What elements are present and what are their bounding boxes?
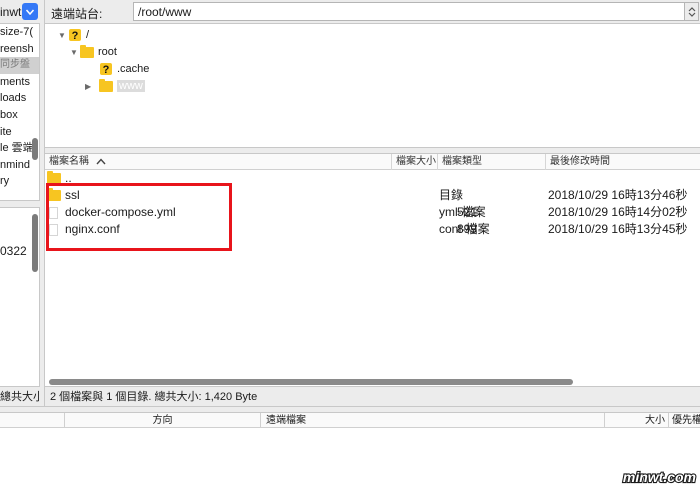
file-modified: 2018/10/29 16時13分46秒 bbox=[548, 188, 688, 202]
expanded-triangle-icon[interactable]: ▼ bbox=[58, 31, 68, 40]
tree-node-root[interactable]: ▼ ? / bbox=[58, 27, 89, 43]
file-modified: 2018/10/29 16時13分45秒 bbox=[548, 222, 688, 236]
tree-label-root-folder: root bbox=[98, 46, 117, 58]
queue-priority-label: 優先權 bbox=[672, 415, 700, 426]
queue-column-server[interactable] bbox=[0, 413, 65, 428]
remote-status-text: 2 個檔案與 1 個目錄. 總共大小: 1,420 Byte bbox=[50, 391, 258, 403]
local-path-dropdown-button[interactable] bbox=[22, 3, 38, 20]
tree-label-root: / bbox=[86, 29, 90, 41]
local-path-bar: inwt bbox=[0, 0, 40, 24]
file-type: yml-檔案 bbox=[439, 205, 486, 219]
file-type: 目錄 bbox=[439, 188, 464, 202]
column-size-label: 檔案大小 bbox=[396, 156, 436, 167]
unknown-folder-icon: ? bbox=[68, 28, 82, 42]
site-watermark: minwt.com bbox=[597, 467, 697, 487]
folder-icon bbox=[47, 187, 61, 204]
local-tree-item[interactable]: reensh bbox=[0, 41, 39, 58]
local-tree-item[interactable]: box bbox=[0, 107, 39, 124]
tree-label-www: www bbox=[117, 80, 145, 92]
queue-column-priority[interactable]: 優先權 bbox=[669, 413, 700, 428]
local-tree-item[interactable]: size-7( bbox=[0, 24, 39, 41]
folder-icon bbox=[47, 170, 61, 187]
remote-site-label: 遠端站台: bbox=[51, 7, 103, 21]
svg-text:?: ? bbox=[103, 64, 110, 76]
remote-site-input[interactable] bbox=[133, 2, 685, 21]
tree-node-root-folder[interactable]: ▼ root bbox=[70, 44, 117, 60]
column-type-label: 檔案類型 bbox=[442, 156, 482, 167]
local-tree-items: size-7(reensh 同步盤 ments loads box ite le 雲端 nmi… bbox=[0, 24, 39, 190]
watermark-text: minwt.com bbox=[623, 469, 696, 485]
column-modified-label: 最後修改時間 bbox=[550, 156, 610, 167]
transfer-queue-header: 方向 遠端檔案 大小 優先權 bbox=[0, 413, 700, 428]
file-type: conf-檔案 bbox=[439, 222, 490, 236]
remote-list-hscroll-thumb[interactable] bbox=[49, 379, 573, 385]
remote-file-list[interactable]: .. ssl 目錄 2018/10/29 16時13分46秒 docker-co… bbox=[45, 170, 700, 378]
local-directory-tree[interactable]: size-7(reensh 同步盤 ments loads box ite le 雲端 nmi… bbox=[0, 24, 40, 200]
remote-site-dropdown-button[interactable] bbox=[685, 2, 699, 21]
queue-column-size[interactable]: 大小 bbox=[604, 413, 669, 428]
remote-file-list-header: 檔案名稱 檔案大小 檔案類型 最後修改時間 bbox=[45, 154, 700, 170]
column-header-type[interactable]: 檔案類型 bbox=[438, 154, 546, 170]
file-row-docker-compose[interactable]: docker-compose.yml 521 yml-檔案 2018/10/29… bbox=[45, 204, 700, 221]
queue-remote-file-label: 遠端檔案 bbox=[266, 415, 306, 426]
file-name: ssl bbox=[65, 188, 80, 202]
local-tree-item[interactable]: 同步盤 bbox=[0, 57, 39, 74]
tree-label-cache: .cache bbox=[117, 63, 150, 75]
tree-node-cache[interactable]: ? .cache bbox=[99, 61, 149, 77]
remote-list-hscrollbar[interactable] bbox=[45, 378, 700, 386]
local-status-text: 總共大小: bbox=[0, 391, 40, 403]
expanded-triangle-icon[interactable]: ▼ bbox=[70, 48, 80, 57]
column-header-modified[interactable]: 最後修改時間 bbox=[546, 154, 700, 170]
local-tree-item[interactable]: ry bbox=[0, 173, 39, 190]
remote-status-bar: 2 個檔案與 1 個目錄. 總共大小: 1,420 Byte bbox=[45, 386, 700, 406]
document-icon bbox=[49, 204, 58, 221]
column-name-label: 檔案名稱 bbox=[49, 156, 89, 167]
local-pane-divider[interactable] bbox=[0, 200, 40, 208]
file-name: nginx.conf bbox=[65, 222, 120, 236]
local-tree-scrollbar[interactable] bbox=[32, 138, 38, 160]
queue-divider[interactable] bbox=[0, 406, 700, 413]
svg-text:?: ? bbox=[72, 30, 79, 42]
file-row-nginx-conf[interactable]: nginx.conf 899 conf-檔案 2018/10/29 16時13分… bbox=[45, 221, 700, 238]
chevron-down-icon bbox=[26, 9, 34, 15]
tree-node-www[interactable]: ▶ www bbox=[85, 78, 145, 94]
local-file-list[interactable]: 0322 bbox=[0, 208, 40, 386]
file-modified: 2018/10/29 16時14分02秒 bbox=[548, 205, 688, 219]
document-icon bbox=[49, 221, 58, 238]
file-name: docker-compose.yml bbox=[65, 205, 176, 219]
updown-chevron-icon bbox=[688, 6, 695, 17]
local-tree-item[interactable]: loads bbox=[0, 90, 39, 107]
local-path-fragment[interactable]: inwt bbox=[0, 5, 22, 19]
column-header-size[interactable]: 檔案大小 bbox=[392, 154, 438, 170]
transfer-queue-list[interactable] bbox=[0, 428, 700, 490]
local-tree-item[interactable]: ments bbox=[0, 74, 39, 91]
remote-directory-tree[interactable]: ▼ ? / ▼ root ? .cache ▶ www bbox=[45, 24, 700, 148]
local-list-fragment: 0322 bbox=[0, 244, 27, 258]
folder-icon bbox=[80, 44, 94, 58]
remote-site-bar: 遠端站台: bbox=[45, 0, 700, 24]
local-status-bar: 總共大小: bbox=[0, 386, 40, 406]
queue-direction-label: 方向 bbox=[152, 415, 173, 426]
column-header-name[interactable]: 檔案名稱 bbox=[45, 154, 392, 170]
queue-column-direction[interactable]: 方向 bbox=[65, 413, 261, 428]
file-name: .. bbox=[65, 171, 72, 185]
unknown-folder-icon: ? bbox=[99, 62, 113, 76]
collapsed-triangle-icon[interactable]: ▶ bbox=[85, 82, 95, 91]
local-list-scrollbar[interactable] bbox=[32, 214, 38, 272]
file-row-ssl[interactable]: ssl 目錄 2018/10/29 16時13分46秒 bbox=[45, 187, 700, 204]
file-row-parent[interactable]: .. bbox=[45, 170, 700, 187]
queue-size-label: 大小 bbox=[645, 415, 665, 426]
sort-ascending-icon bbox=[96, 158, 106, 165]
folder-icon bbox=[99, 78, 113, 92]
